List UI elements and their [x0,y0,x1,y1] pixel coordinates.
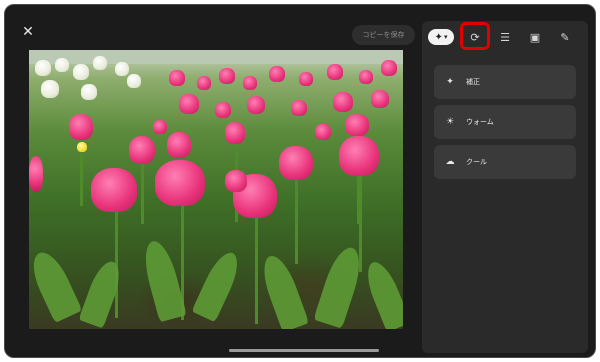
tulip-pink [359,70,373,84]
tulip-white [93,56,107,70]
tulip-white [73,64,89,80]
option-label: クール [466,158,487,166]
tulip-pink [155,160,205,206]
tulip-pink [169,70,185,86]
tulip-white [55,58,69,72]
tulip-pink [197,76,211,90]
tulip-white [41,80,59,98]
tulip-stem [295,174,298,264]
sparkle-icon: ✦ [434,31,443,43]
filter-icon: ▣ [529,30,541,44]
tulip-pink [381,60,397,76]
save-copy-button[interactable]: コピーを保存 [352,25,415,45]
cloud-icon: ☁ [445,157,455,167]
tulip-stem [255,212,258,324]
tulip-pink [129,136,155,164]
tulip-yellow [77,142,87,152]
tulip-stem [141,154,144,224]
close-icon: ✕ [22,24,34,40]
tulip-pink [327,64,343,80]
option-label: 補正 [466,78,480,86]
tulip-white [35,60,51,76]
tulip-pink [291,100,307,116]
tulip-pink [219,68,235,84]
photo-sky [29,50,403,64]
close-button[interactable]: ✕ [19,23,37,41]
tulip-pink [247,96,265,114]
option-auto[interactable]: ✦ 補正 [434,65,576,99]
tulip-pink [167,132,191,158]
tulip-pink [215,102,231,118]
tulip-pink [243,76,257,90]
filter-tab[interactable]: ▣ [525,29,545,45]
edit-panel: ✦ ▾ ⟳ ☰ ▣ ✎ ✦ 補正 ☀ ウォーム ☁ クール [422,21,588,353]
tulip-white [127,74,141,88]
option-warm[interactable]: ☀ ウォーム [434,105,576,139]
tab-highlight-box [460,22,490,50]
tulip-pink [333,92,353,112]
tulip-white [81,84,97,100]
adjust-tab[interactable]: ☰ [495,29,515,45]
tulip-pink [315,124,331,140]
edit-tabs: ✦ ▾ ⟳ ☰ ▣ ✎ [422,21,588,53]
enhance-tab[interactable]: ✦ ▾ [428,29,454,45]
tulip-pink [279,146,313,180]
tulip-pink [179,94,199,114]
tulip-white [115,62,129,76]
option-cool[interactable]: ☁ クール [434,145,576,179]
markup-icon: ✎ [560,30,570,44]
sliders-icon: ☰ [500,30,510,44]
tulip-pink [269,66,285,82]
tulip-stem [359,172,362,272]
option-label: ウォーム [466,118,494,126]
tulip-pink [299,72,313,86]
tulip-pink [345,114,369,136]
markup-tab[interactable]: ✎ [555,29,575,45]
home-indicator[interactable] [229,349,379,352]
tulip-photo[interactable] [29,50,403,329]
tulip-pink [69,114,93,140]
tulip-pink [91,168,137,212]
app-window: ✕ コピーを保存 ✦ ▾ ⟳ ☰ ▣ ✎ ✦ 補正 ☀ ウォーム ☁ クール [4,4,596,358]
tulip-pink [29,156,43,192]
tulip-pink [153,120,167,134]
tulip-pink [371,90,389,108]
sparkle-icon: ✦ [446,77,454,87]
tulip-pink [339,136,379,176]
tulip-pink [225,170,247,192]
sun-icon: ☀ [445,117,455,127]
tulip-pink [225,122,245,144]
